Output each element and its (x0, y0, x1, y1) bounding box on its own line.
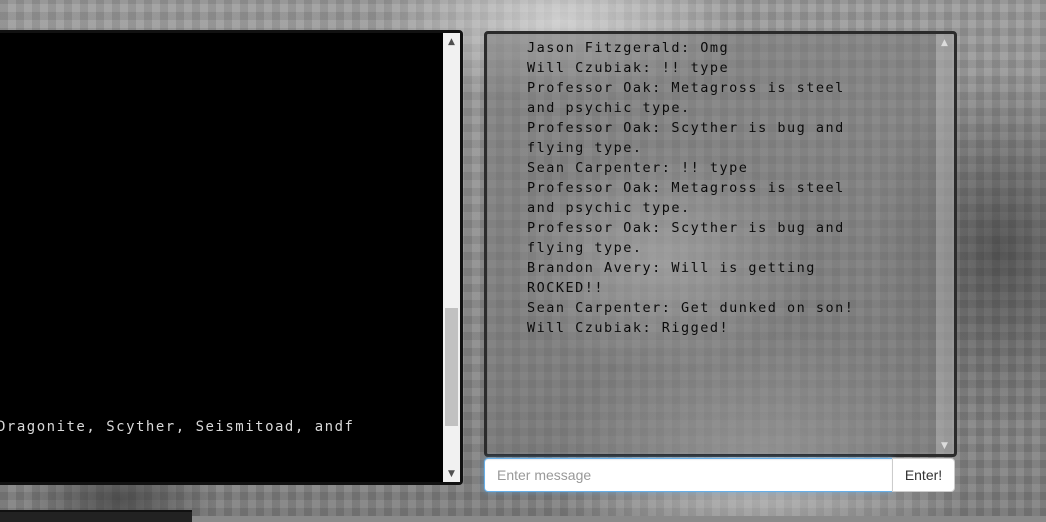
game-console[interactable]: Dragonite, Scyther, Seismitoad, andf ▲ ▼ (0, 30, 463, 485)
chat-message: Professor Oak: Scyther is bug and (527, 220, 845, 236)
chat-message: Professor Oak: Scyther is bug and (527, 120, 845, 136)
chat-message: flying type. (527, 140, 643, 156)
chat-log[interactable]: Jason Fitzgerald: Omg Will Czubiak: !! ty… (484, 31, 957, 457)
chat-message: Professor Oak: Metagross is steel (527, 80, 845, 96)
chat-message: Will Czubiak: !! type (527, 60, 730, 76)
chevron-down-icon[interactable]: ▼ (936, 437, 953, 454)
game-text-line: Dragonite, Scyther, Seismitoad, and (0, 419, 345, 435)
chat-message: Brandon Avery: Will is getting (527, 260, 816, 276)
chat-message: Will Czubiak: Rigged! (527, 320, 730, 336)
game-console-scrollbar[interactable]: ▲ ▼ (443, 33, 460, 482)
chat-scrollbar[interactable]: ▲ ▼ (936, 34, 954, 454)
bottom-panel-edge (0, 510, 192, 522)
chevron-down-icon[interactable]: ▼ (443, 465, 460, 482)
chat-message: Sean Carpenter: Get dunked on son! (527, 300, 855, 316)
chat-message: flying type. (527, 240, 643, 256)
chat-message: Professor Oak: Metagross is steel (527, 180, 845, 196)
game-text: Dragonite, Scyther, Seismitoad, andf (0, 419, 435, 435)
chat-message: and psychic type. (527, 200, 691, 216)
send-button[interactable]: Enter! (892, 458, 955, 492)
chat-message: Sean Carpenter: !! type (527, 160, 749, 176)
game-text-prefix: f (344, 419, 355, 435)
message-input[interactable] (484, 458, 893, 492)
chevron-up-icon[interactable]: ▲ (936, 34, 953, 51)
chat-message: ROCKED!! (527, 280, 605, 296)
chat-message: and psychic type. (527, 100, 691, 116)
chevron-up-icon[interactable]: ▲ (443, 33, 460, 50)
chat-message: Jason Fitzgerald: Omg (527, 40, 730, 56)
chat-message-list: Jason Fitzgerald: Omg Will Czubiak: !! ty… (527, 38, 907, 338)
scrollbar-thumb[interactable] (445, 308, 458, 427)
